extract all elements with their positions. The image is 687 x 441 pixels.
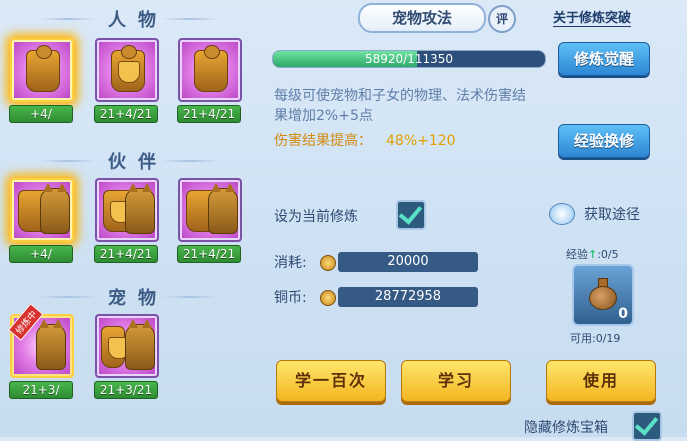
shield-warrior-icon	[111, 45, 145, 92]
divider	[40, 296, 96, 298]
set-current-label: 设为当前修炼	[274, 209, 358, 225]
progress-text: 58920/111350	[364, 52, 454, 66]
set-current-checkbox[interactable]	[396, 200, 426, 230]
character-slot-2[interactable]	[95, 38, 159, 102]
consume-label: 消耗:	[274, 255, 307, 271]
character-slot-3[interactable]	[178, 38, 242, 102]
cat-icon	[125, 319, 155, 370]
learn-button[interactable]: 学习	[401, 360, 511, 402]
exp-value: :0/5	[597, 248, 619, 261]
partner-slot-2[interactable]	[95, 178, 159, 242]
cat-icon	[36, 319, 66, 370]
coin-icon	[320, 290, 336, 306]
exp-label: 经验	[566, 248, 588, 261]
gem-icon	[549, 203, 575, 225]
warrior-icon	[26, 45, 60, 92]
treasure-usable: 可用:0/19	[570, 332, 621, 345]
treasure-box-slot[interactable]: 0	[572, 264, 634, 326]
shield-icon	[101, 326, 130, 368]
up-arrow-icon: ↑	[588, 248, 598, 261]
characters-title: 人物	[108, 10, 168, 31]
character-count-3: 21+4/21	[177, 105, 241, 123]
exchange-button[interactable]: 经验换修	[558, 124, 650, 158]
cat-icon	[125, 183, 155, 234]
mage-icon	[194, 45, 228, 92]
pet-slot-1[interactable]: 修炼中	[8, 303, 74, 378]
divider	[40, 160, 96, 162]
vase-icon	[588, 278, 617, 310]
use-button[interactable]: 使用	[546, 360, 656, 402]
treasure-count: 0	[618, 306, 628, 322]
partner-slot-1[interactable]	[10, 178, 74, 242]
consume-value: 20000	[338, 252, 478, 272]
skill-title: 宠物攻法	[358, 3, 486, 33]
divider	[162, 18, 218, 20]
breakthrough-link[interactable]: 关于修炼突破	[553, 7, 632, 27]
effect-value: 48%+120	[386, 133, 456, 149]
partner-slot-3[interactable]	[178, 178, 242, 242]
learn-hundred-button[interactable]: 学一百次	[276, 360, 386, 402]
category-panel: 人物 +4/ 21+4/21 21+4/21 伙伴 +4/ 21+4/21 21…	[0, 0, 252, 437]
effect-label: 伤害结果提高：	[274, 133, 372, 149]
copper-value: 28772958	[338, 287, 478, 307]
divider	[162, 160, 218, 162]
partners-title: 伙伴	[108, 152, 168, 173]
treasure-exp: 经验↑:0/5	[566, 246, 619, 262]
character-count-1: +4/	[9, 105, 73, 123]
pet-count-2: 21+3/21	[94, 381, 158, 399]
pets-title: 宠物	[108, 288, 168, 309]
detail-panel: 宠物攻法 评 关于修炼突破 58920/111350 修炼觉醒 每级可使宠物和子…	[256, 0, 687, 441]
coin-icon	[320, 255, 336, 271]
cat-icon	[40, 183, 70, 234]
cat-icon	[208, 183, 238, 234]
pet-slot-2[interactable]	[95, 314, 159, 378]
awaken-button[interactable]: 修炼觉醒	[558, 42, 650, 76]
obtain-link[interactable]: 获取途径	[584, 204, 640, 224]
partner-count-1: +4/	[9, 245, 73, 263]
review-button[interactable]: 评	[488, 5, 516, 33]
partner-count-3: 21+4/21	[177, 245, 241, 263]
divider	[40, 18, 96, 20]
effect-line: 伤害结果提高： 48%+120	[274, 130, 456, 150]
divider	[162, 296, 218, 298]
pet-count-1: 21+3/	[9, 381, 73, 399]
partner-count-2: 21+4/21	[94, 245, 158, 263]
exp-progress-bar: 58920/111350	[272, 50, 546, 68]
character-count-2: 21+4/21	[94, 105, 158, 123]
hide-box-label: 隐藏修炼宝箱	[524, 420, 608, 436]
copper-label: 铜币:	[274, 290, 307, 306]
character-slot-1[interactable]	[10, 38, 74, 102]
skill-description: 每级可使宠物和子女的物理、法术伤害结果增加2%+5点	[274, 88, 526, 124]
